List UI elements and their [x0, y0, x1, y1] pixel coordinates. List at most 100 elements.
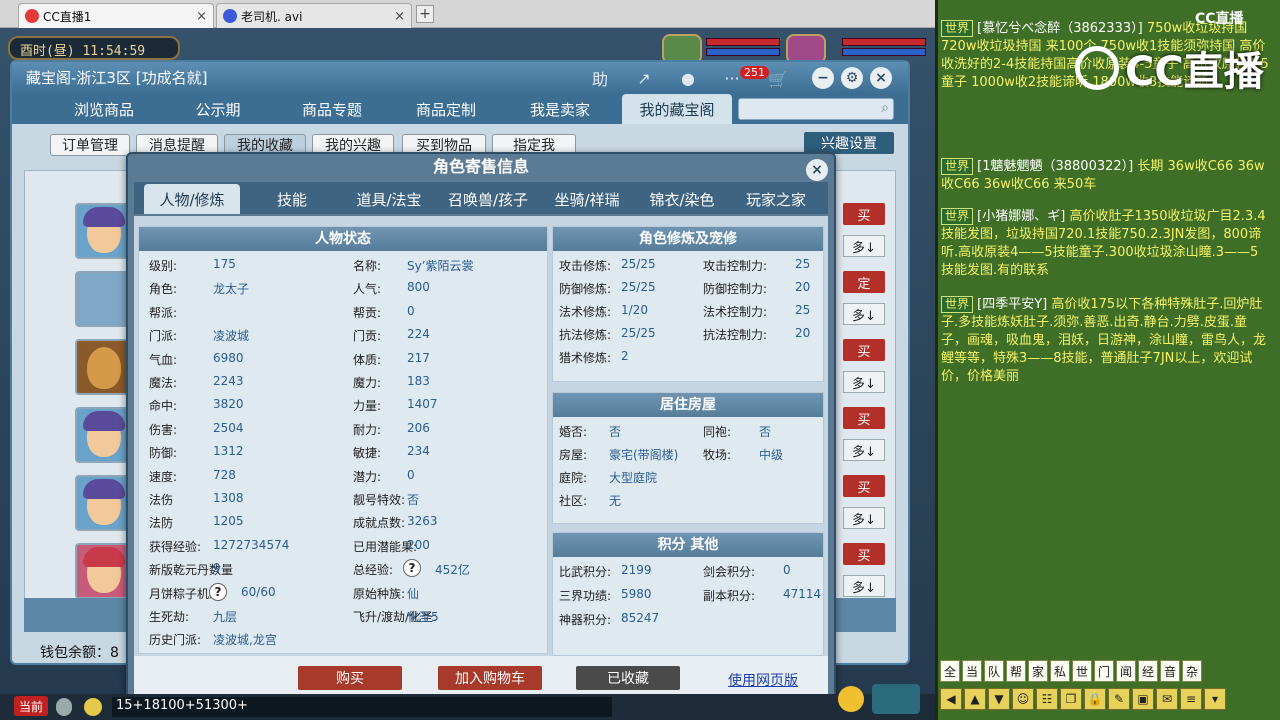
subtab-orders[interactable]: 订单管理: [50, 134, 130, 156]
cc-live-watermark: CC直播: [1075, 38, 1275, 98]
stat-value: 217: [407, 350, 430, 365]
fixed-button[interactable]: 定: [843, 271, 885, 293]
more-button[interactable]: 多↓: [843, 235, 885, 257]
interest-settings-button[interactable]: 兴趣设置: [804, 132, 894, 154]
use-web-version-link[interactable]: 使用网页版: [728, 670, 798, 690]
list-icon[interactable]: ≡: [1180, 688, 1202, 710]
collapse-icon[interactable]: ▾: [1204, 688, 1226, 710]
search-input[interactable]: ⌕: [738, 98, 894, 120]
arrow-left-icon[interactable]: ◀: [940, 688, 962, 710]
more-button[interactable]: 多↓: [843, 575, 885, 597]
modal-title: 角色寄售信息: [432, 157, 529, 176]
stat-value: 206: [407, 420, 430, 435]
chat-channel-button[interactable]: 全: [940, 660, 960, 682]
list-item-avatar[interactable]: [75, 339, 131, 395]
search-icon[interactable]: ⌕: [881, 100, 889, 116]
current-channel-button[interactable]: 当前: [14, 696, 48, 716]
collected-button[interactable]: 已收藏: [576, 666, 680, 690]
stat-label: 法伤: [149, 493, 174, 507]
close-tab-icon[interactable]: ×: [394, 9, 405, 24]
stat-value: 凌波城,龙宫: [213, 633, 277, 648]
nav-browse[interactable]: 浏览商品: [52, 94, 156, 124]
lock-icon[interactable]: 🔒: [1084, 688, 1106, 710]
chat-channel-button[interactable]: 门: [1094, 660, 1114, 682]
smiley-icon[interactable]: [838, 686, 864, 712]
browser-tab-video[interactable]: 老司机. avi ×: [216, 3, 412, 28]
tab-skills[interactable]: 技能: [246, 184, 338, 214]
buy-button[interactable]: 买: [843, 475, 885, 497]
nav-custom[interactable]: 商品定制: [394, 94, 498, 124]
list-item-avatar[interactable]: [75, 543, 131, 599]
buy-button[interactable]: 买: [843, 339, 885, 361]
stat-row: 法防 1205: [149, 514, 244, 531]
tab-pets[interactable]: 召唤兽/孩子: [438, 184, 538, 214]
cart-icon[interactable]: 🛒: [766, 68, 790, 90]
chat-channel-button[interactable]: 经: [1138, 660, 1158, 682]
stat-row: 人气: 800: [353, 280, 430, 297]
chat-channel-button[interactable]: 音: [1160, 660, 1180, 682]
help-question-icon[interactable]: ?: [403, 559, 421, 578]
people-icon[interactable]: ☺: [1012, 688, 1034, 710]
pen-icon[interactable]: ✎: [1108, 688, 1130, 710]
speech-icon[interactable]: ✉: [1156, 688, 1178, 710]
microphone-icon[interactable]: [56, 698, 72, 716]
tab-outfits[interactable]: 锦衣/染色: [636, 184, 728, 214]
list-item-weapon-icon[interactable]: [75, 271, 131, 327]
more-button[interactable]: 多↓: [843, 371, 885, 393]
stat-row: 剑会积分: 0: [703, 563, 791, 580]
more-button[interactable]: 多↓: [843, 507, 885, 529]
nav-seller[interactable]: 我是卖家: [508, 94, 612, 124]
modal-footer: 购买 加入购物车 已收藏 使用网页版: [134, 656, 828, 698]
tab-character[interactable]: 人物/修炼: [144, 184, 240, 214]
chat-channel-button[interactable]: 当: [962, 660, 982, 682]
buy-now-button[interactable]: 购买: [298, 666, 402, 690]
close-window-button[interactable]: ×: [870, 67, 892, 89]
arrow-up-icon[interactable]: ▲: [964, 688, 986, 710]
buy-button[interactable]: 买: [843, 543, 885, 565]
close-tab-icon[interactable]: ×: [196, 9, 207, 24]
record-icon[interactable]: ●: [676, 67, 700, 89]
more-button[interactable]: 多↓: [843, 303, 885, 325]
browser-tab-cc[interactable]: CC直播1 ×: [18, 3, 214, 28]
nav-my-pavilion[interactable]: 我的藏宝阁: [622, 94, 732, 124]
share-icon[interactable]: ↗: [632, 67, 656, 89]
more-button[interactable]: 多↓: [843, 439, 885, 461]
chat-input[interactable]: 15+18100+51300+: [112, 697, 612, 717]
nav-public-period[interactable]: 公示期: [170, 94, 266, 124]
stat-label: 法术修炼:: [559, 305, 612, 319]
chat-channel-button[interactable]: 闻: [1116, 660, 1136, 682]
arrow-down-icon[interactable]: ▼: [988, 688, 1010, 710]
list-item-avatar[interactable]: [75, 203, 131, 259]
stat-value: 183: [407, 374, 430, 388]
help-icon[interactable]: 助: [588, 67, 612, 89]
tab-player-home[interactable]: 玩家之家: [730, 184, 822, 214]
new-tab-button[interactable]: +: [416, 5, 434, 23]
buy-button[interactable]: 买: [843, 407, 885, 429]
list-item-avatar[interactable]: [75, 407, 131, 463]
window-icon[interactable]: ▣: [1132, 688, 1154, 710]
stat-label: 速度:: [149, 469, 178, 484]
chat-channel-button[interactable]: 杂: [1182, 660, 1202, 682]
chat-channel-button[interactable]: 帮: [1006, 660, 1026, 682]
system-menu-icon[interactable]: [872, 684, 920, 714]
modal-close-button[interactable]: ×: [806, 159, 828, 181]
buy-button[interactable]: 买: [843, 203, 885, 225]
settings-gear-icon[interactable]: ⚙: [841, 67, 863, 89]
copy-icon[interactable]: ❐: [1060, 688, 1082, 710]
stat-row: 魔法: 2243: [149, 374, 244, 391]
help-question-icon[interactable]: ?: [209, 582, 227, 601]
tab-mounts[interactable]: 坐骑/祥瑞: [540, 184, 634, 214]
chat-channel-button[interactable]: 世: [1072, 660, 1092, 682]
nav-topics[interactable]: 商品专题: [280, 94, 384, 124]
tab-items[interactable]: 道具/法宝: [342, 184, 436, 214]
list-item-avatar[interactable]: [75, 475, 131, 531]
add-to-cart-button[interactable]: 加入购物车: [438, 666, 542, 690]
chat-channel-button[interactable]: 队: [984, 660, 1004, 682]
emote-icon[interactable]: [84, 698, 102, 716]
chat-channel-button[interactable]: 私: [1050, 660, 1070, 682]
chat-channel-button[interactable]: 家: [1028, 660, 1048, 682]
stat-row: 庭院: 大型庭院: [559, 469, 657, 486]
minimize-button[interactable]: −: [812, 67, 834, 89]
stat-label: 体质:: [353, 352, 382, 367]
group-icon[interactable]: ☷: [1036, 688, 1058, 710]
